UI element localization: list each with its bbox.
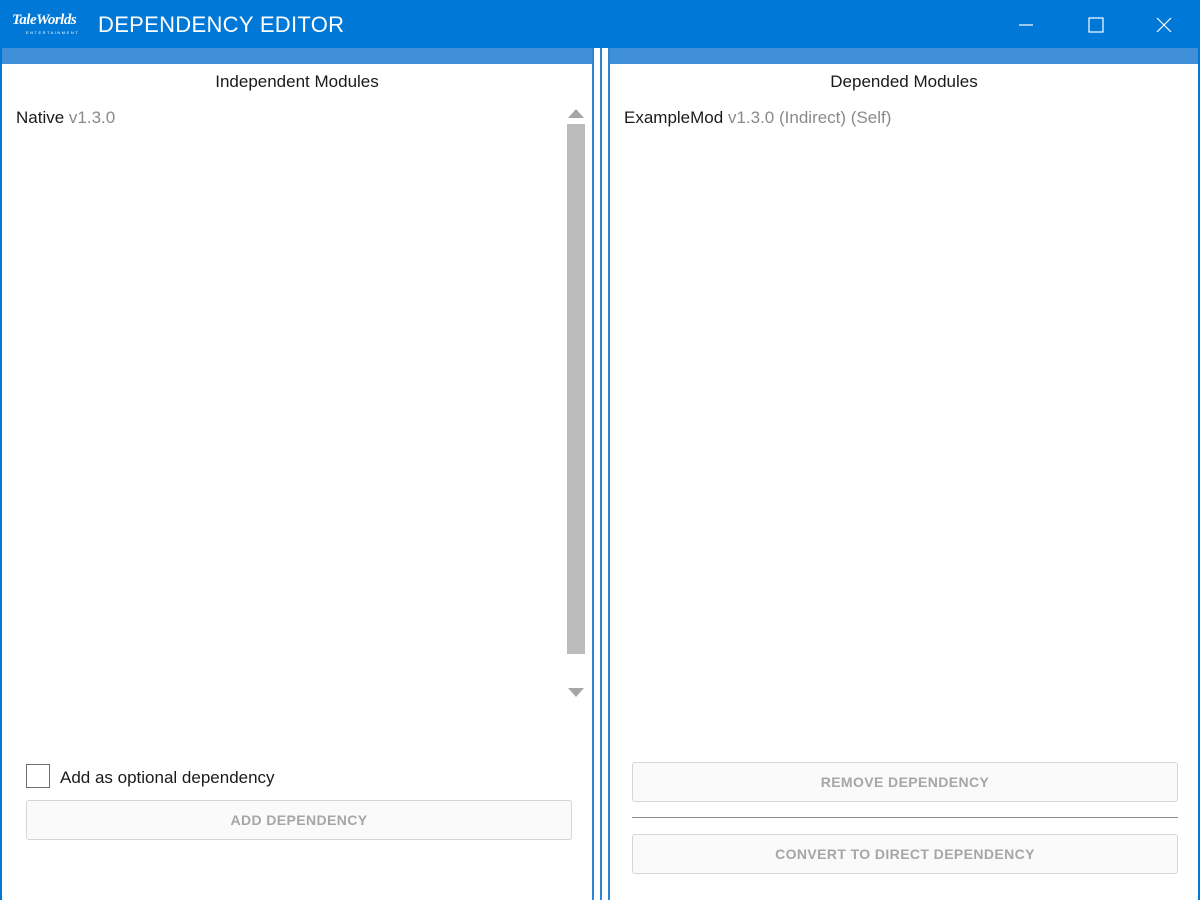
divider bbox=[632, 817, 1178, 818]
list-item[interactable]: Native v1.3.0 bbox=[16, 108, 115, 128]
module-name: Native bbox=[16, 108, 65, 127]
logo-subtext: ENTERTAINMENT bbox=[26, 30, 80, 35]
scrollbar-thumb[interactable] bbox=[567, 124, 585, 654]
logo-wordmark: TaleWorlds bbox=[12, 12, 77, 28]
depended-modules-header: Depended Modules bbox=[830, 72, 978, 91]
panel-splitter[interactable] bbox=[592, 48, 610, 900]
optional-dependency-label: Add as optional dependency bbox=[60, 768, 275, 787]
list-item[interactable]: ExampleMod v1.3.0 (Indirect) (Self) bbox=[624, 108, 891, 128]
depended-modules-panel: Depended Modules ExampleMod v1.3.0 (Indi… bbox=[610, 48, 1198, 900]
panel-header-strip bbox=[2, 48, 592, 64]
taleworlds-logo: TaleWorlds ENTERTAINMENT bbox=[12, 12, 78, 38]
panel-header-strip bbox=[610, 48, 1198, 64]
scroll-down-arrow-icon[interactable] bbox=[566, 686, 586, 700]
splitter-line-center bbox=[600, 48, 602, 900]
module-tags: (Indirect) (Self) bbox=[779, 108, 892, 127]
convert-to-direct-dependency-button[interactable]: CONVERT TO DIRECT DEPENDENCY bbox=[632, 834, 1178, 874]
scroll-up-arrow-icon[interactable] bbox=[566, 106, 586, 120]
splitter-line-left bbox=[592, 48, 594, 900]
module-version: v1.3.0 bbox=[727, 108, 775, 127]
close-button[interactable] bbox=[1130, 2, 1198, 48]
minimize-button[interactable] bbox=[992, 2, 1060, 48]
maximize-button[interactable] bbox=[1062, 2, 1130, 48]
remove-dependency-button[interactable]: REMOVE DEPENDENCY bbox=[632, 762, 1178, 802]
title-bar[interactable]: TaleWorlds ENTERTAINMENT DEPENDENCY EDIT… bbox=[2, 2, 1198, 48]
dependency-editor-window: TaleWorlds ENTERTAINMENT DEPENDENCY EDIT… bbox=[0, 0, 1200, 900]
depended-modules-list[interactable]: ExampleMod v1.3.0 (Indirect) (Self) bbox=[624, 104, 1164, 704]
add-dependency-button[interactable]: ADD DEPENDENCY bbox=[26, 800, 572, 840]
independent-modules-header: Independent Modules bbox=[215, 72, 379, 91]
optional-dependency-checkbox[interactable] bbox=[26, 764, 50, 788]
independent-modules-list[interactable]: Native v1.3.0 bbox=[16, 104, 556, 704]
module-version: v1.3.0 bbox=[68, 108, 116, 127]
maximize-icon bbox=[1088, 17, 1104, 33]
close-icon bbox=[1156, 17, 1172, 33]
module-name: ExampleMod bbox=[624, 108, 724, 127]
window-title: DEPENDENCY EDITOR bbox=[98, 12, 345, 37]
independent-modules-panel: Independent Modules Native v1.3.0 Add as… bbox=[2, 48, 592, 900]
minimize-icon bbox=[1019, 24, 1033, 26]
